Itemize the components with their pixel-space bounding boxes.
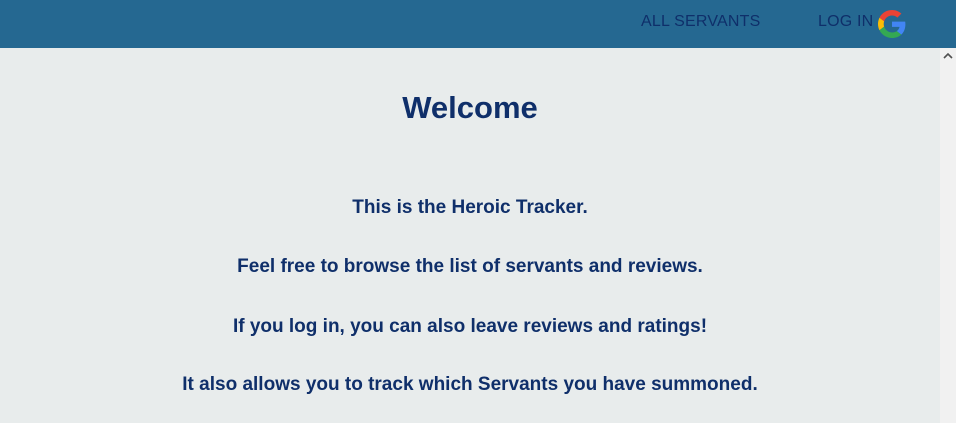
login-benefit-paragraph: If you log in, you can also leave review… (232, 316, 708, 337)
intro-paragraph: This is the Heroic Tracker. (352, 197, 588, 218)
browse-paragraph: Feel free to browse the list of servants… (237, 256, 703, 277)
tracking-paragraph: It also allows you to track which Servan… (182, 374, 758, 395)
vertical-scrollbar[interactable] (940, 48, 956, 423)
page-title: Welcome (402, 90, 538, 125)
top-navbar: ALL SERVANTS LOG IN (0, 0, 956, 48)
google-icon[interactable] (878, 10, 906, 38)
scroll-up-arrow-icon[interactable] (940, 48, 956, 65)
main-content: Welcome This is the Heroic Tracker. Feel… (0, 48, 940, 423)
nav-all-servants-link[interactable]: ALL SERVANTS (641, 13, 761, 31)
nav-login-link[interactable]: LOG IN (818, 13, 873, 31)
